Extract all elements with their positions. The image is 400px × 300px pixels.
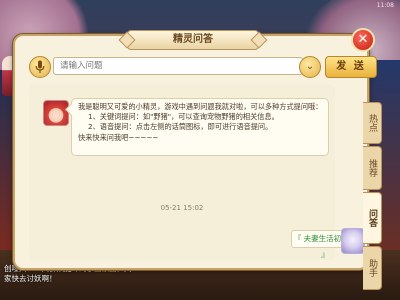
chevron-down-icon[interactable]: ⌄ xyxy=(299,56,321,78)
search-row: ⌄ 发 送 xyxy=(29,56,377,78)
npc-tip-voice: 2、语音提问：点击左侧的话筒图标，即可进行语音提问。 xyxy=(88,122,273,132)
close-button[interactable]: ✕ xyxy=(351,28,375,52)
message-timestamp: 05-21 15:02 xyxy=(160,204,204,212)
microphone-icon xyxy=(35,60,45,73)
dialog-title: 精灵问答 xyxy=(127,30,259,50)
send-button[interactable]: 发 送 xyxy=(325,56,377,78)
status-time: 11:08 xyxy=(376,2,394,9)
npc-message-bubble: 我是聪明又可爱的小精灵，游戏中遇到问题我就对啦，可以多种方式提问哦： 1、关键词… xyxy=(71,98,329,156)
sprite-qa-dialog: 精灵问答 ✕ ⌄ 发 送 我是聪明又可爱的小精灵，游戏中遇到问题我就对啦，可以多… xyxy=(13,28,382,290)
npc-greeting: 我是聪明又可爱的小精灵，游戏中遇到问题我就对啦，可以多种方式提问哦： xyxy=(78,102,323,111)
tab-hot[interactable]: 热点 xyxy=(363,102,382,144)
tab-qa[interactable]: 问答 xyxy=(363,192,382,244)
tab-recommend[interactable]: 推荐 xyxy=(363,146,382,190)
user-avatar xyxy=(341,228,365,254)
npc-invite: 快来快来问我吧~~~~~ xyxy=(78,132,159,142)
chat-line: 家快去讨妖啊！ xyxy=(4,274,57,283)
microphone-button[interactable] xyxy=(29,56,51,78)
sprite-avatar xyxy=(43,100,69,126)
npc-tip-keyword: 1、关键词提问：如"野猪"，可以查询宠物野猪的相关信息。 xyxy=(88,112,279,122)
question-input[interactable] xyxy=(53,57,303,75)
tab-assistant[interactable]: 助手 xyxy=(363,246,382,290)
conversation-area[interactable]: 我是聪明又可爱的小精灵，游戏中遇到问题我就对啦，可以多种方式提问哦： 1、关键词… xyxy=(29,84,365,260)
